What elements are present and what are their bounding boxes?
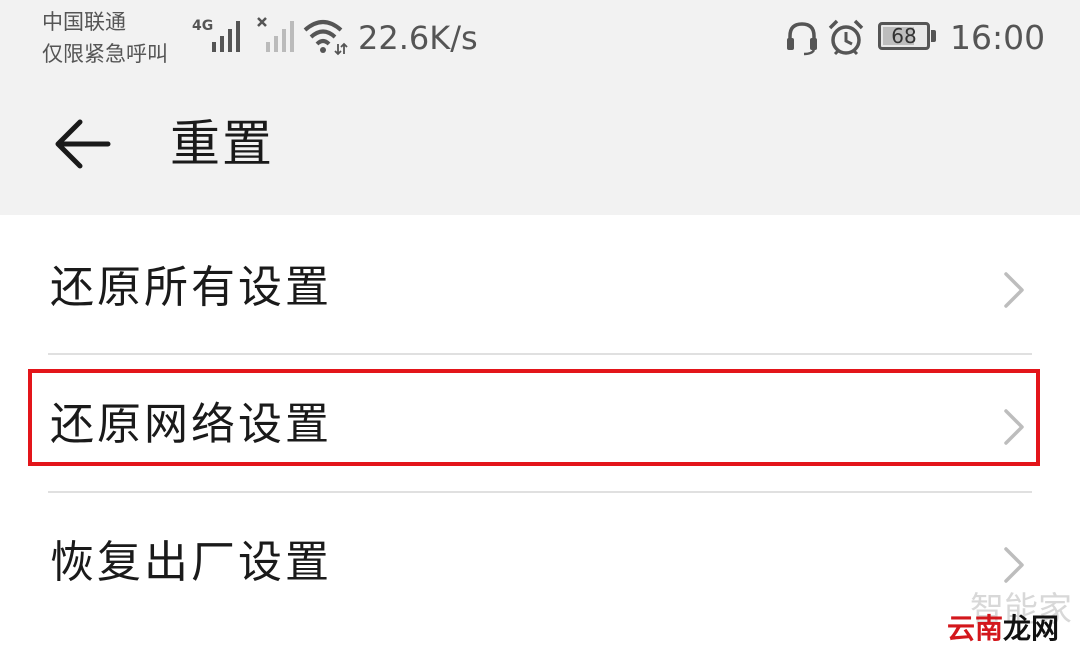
list-item-label: 还原所有设置 — [50, 262, 332, 313]
battery-icon: 68 — [878, 22, 930, 50]
alarm-icon — [828, 19, 864, 56]
watermark: 云南龙网 — [947, 612, 1059, 646]
chevron-right-icon — [1004, 272, 1024, 308]
headset-icon — [787, 22, 817, 56]
highlight-box — [28, 369, 1040, 466]
signal-4g-icon: 4G — [192, 18, 240, 52]
list-item-factory-reset[interactable]: 恢复出厂设置 — [0, 503, 1080, 623]
divider — [48, 353, 1032, 355]
battery-tip — [931, 30, 936, 42]
carrier-status: 仅限紧急呼叫 — [42, 42, 168, 66]
battery-percent: 68 — [891, 24, 917, 48]
chevron-right-icon — [1004, 547, 1024, 583]
watermark-part-2: 龙网 — [1003, 612, 1060, 645]
network-type-label: 4G — [192, 18, 213, 34]
page-title: 重置 — [170, 115, 274, 173]
watermark-part-1: 云南 — [947, 612, 1004, 645]
carrier-name: 中国联通 — [42, 10, 126, 34]
list-item-label: 恢复出厂设置 — [50, 537, 332, 588]
divider — [48, 491, 1032, 493]
network-speed: 22.6K/s — [358, 19, 478, 57]
signal-no-sim-icon — [257, 17, 294, 52]
carrier-info: 中国联通 仅限紧急呼叫 — [42, 6, 168, 70]
back-arrow-icon[interactable] — [52, 112, 116, 176]
wifi-icon — [303, 20, 348, 56]
list-item-reset-all-settings[interactable]: 还原所有设置 — [0, 228, 1080, 348]
clock: 16:00 — [950, 18, 1046, 57]
